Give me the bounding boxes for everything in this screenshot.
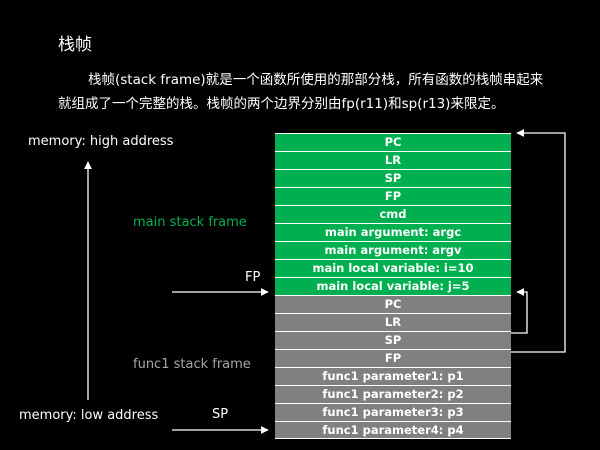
func1-saved-fp-link-arrow xyxy=(511,129,566,353)
func1-saved-sp-link-arrow xyxy=(511,288,528,334)
arrows-overlay xyxy=(84,129,566,434)
